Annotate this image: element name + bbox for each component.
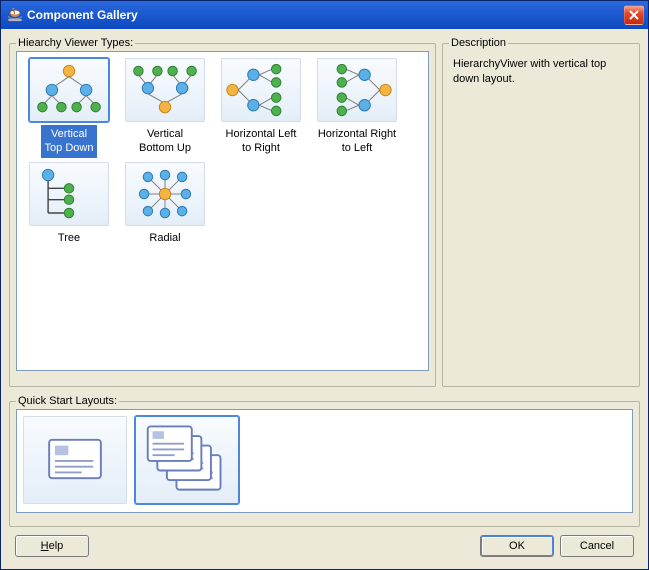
cancel-button[interactable]: Cancel — [560, 535, 634, 557]
types-legend: Hiearchy Viewer Types: — [16, 37, 135, 49]
type-item-label: Horizontal Rightto Left — [314, 125, 400, 158]
horizontal-right-to-left-icon — [317, 58, 397, 122]
type-item-label: VerticalBottom Up — [135, 125, 195, 158]
quick-start-list[interactable] — [16, 409, 633, 513]
horizontal-left-to-right-icon — [221, 58, 301, 122]
quick-start-item-single-card[interactable] — [23, 416, 127, 504]
types-list[interactable]: VerticalTop Down VerticalBottom Up Horizon… — [16, 51, 429, 371]
dialog-window: Component Gallery Hiearchy Viewer Types:… — [0, 0, 649, 570]
type-item-label: VerticalTop Down — [41, 125, 98, 158]
description-legend: Description — [449, 37, 508, 49]
app-icon — [7, 7, 23, 23]
description-group: Description HierarchyViwer with vertical… — [442, 37, 640, 387]
description-text: HierarchyViwer with vertical top down la… — [449, 51, 633, 94]
type-item-horizontal-right-to-left[interactable]: Horizontal Rightto Left — [311, 58, 403, 158]
hierarchy-viewer-types-group: Hiearchy Viewer Types: VerticalTop DownV… — [9, 37, 436, 387]
type-item-tree[interactable]: Tree — [23, 162, 115, 247]
type-item-label: Horizontal Leftto Right — [222, 125, 301, 158]
type-item-label: Tree — [54, 229, 84, 247]
ok-button[interactable]: OK — [480, 535, 554, 557]
button-row: Help OK Cancel — [9, 535, 640, 559]
type-item-radial[interactable]: Radial — [119, 162, 211, 247]
tree-icon — [29, 162, 109, 226]
help-button[interactable]: Help — [15, 535, 89, 557]
dialog-content: Hiearchy Viewer Types: VerticalTop DownV… — [1, 29, 648, 569]
vertical-top-down-icon — [29, 58, 109, 122]
quick-start-item-card-stack[interactable] — [135, 416, 239, 504]
type-item-horizontal-left-to-right[interactable]: Horizontal Leftto Right — [215, 58, 307, 158]
radial-icon — [125, 162, 205, 226]
type-item-vertical-bottom-up[interactable]: VerticalBottom Up — [119, 58, 211, 158]
quick-start-layouts-group: Quick Start Layouts: — [9, 395, 640, 527]
quick-start-legend: Quick Start Layouts: — [16, 395, 119, 407]
vertical-bottom-up-icon — [125, 58, 205, 122]
single-card-icon — [30, 420, 120, 501]
card-stack-icon — [142, 420, 232, 501]
window-title: Component Gallery — [27, 8, 624, 22]
type-item-label: Radial — [145, 229, 184, 247]
titlebar: Component Gallery — [1, 1, 648, 29]
close-button[interactable] — [624, 5, 644, 25]
type-item-vertical-top-down[interactable]: VerticalTop Down — [23, 58, 115, 158]
